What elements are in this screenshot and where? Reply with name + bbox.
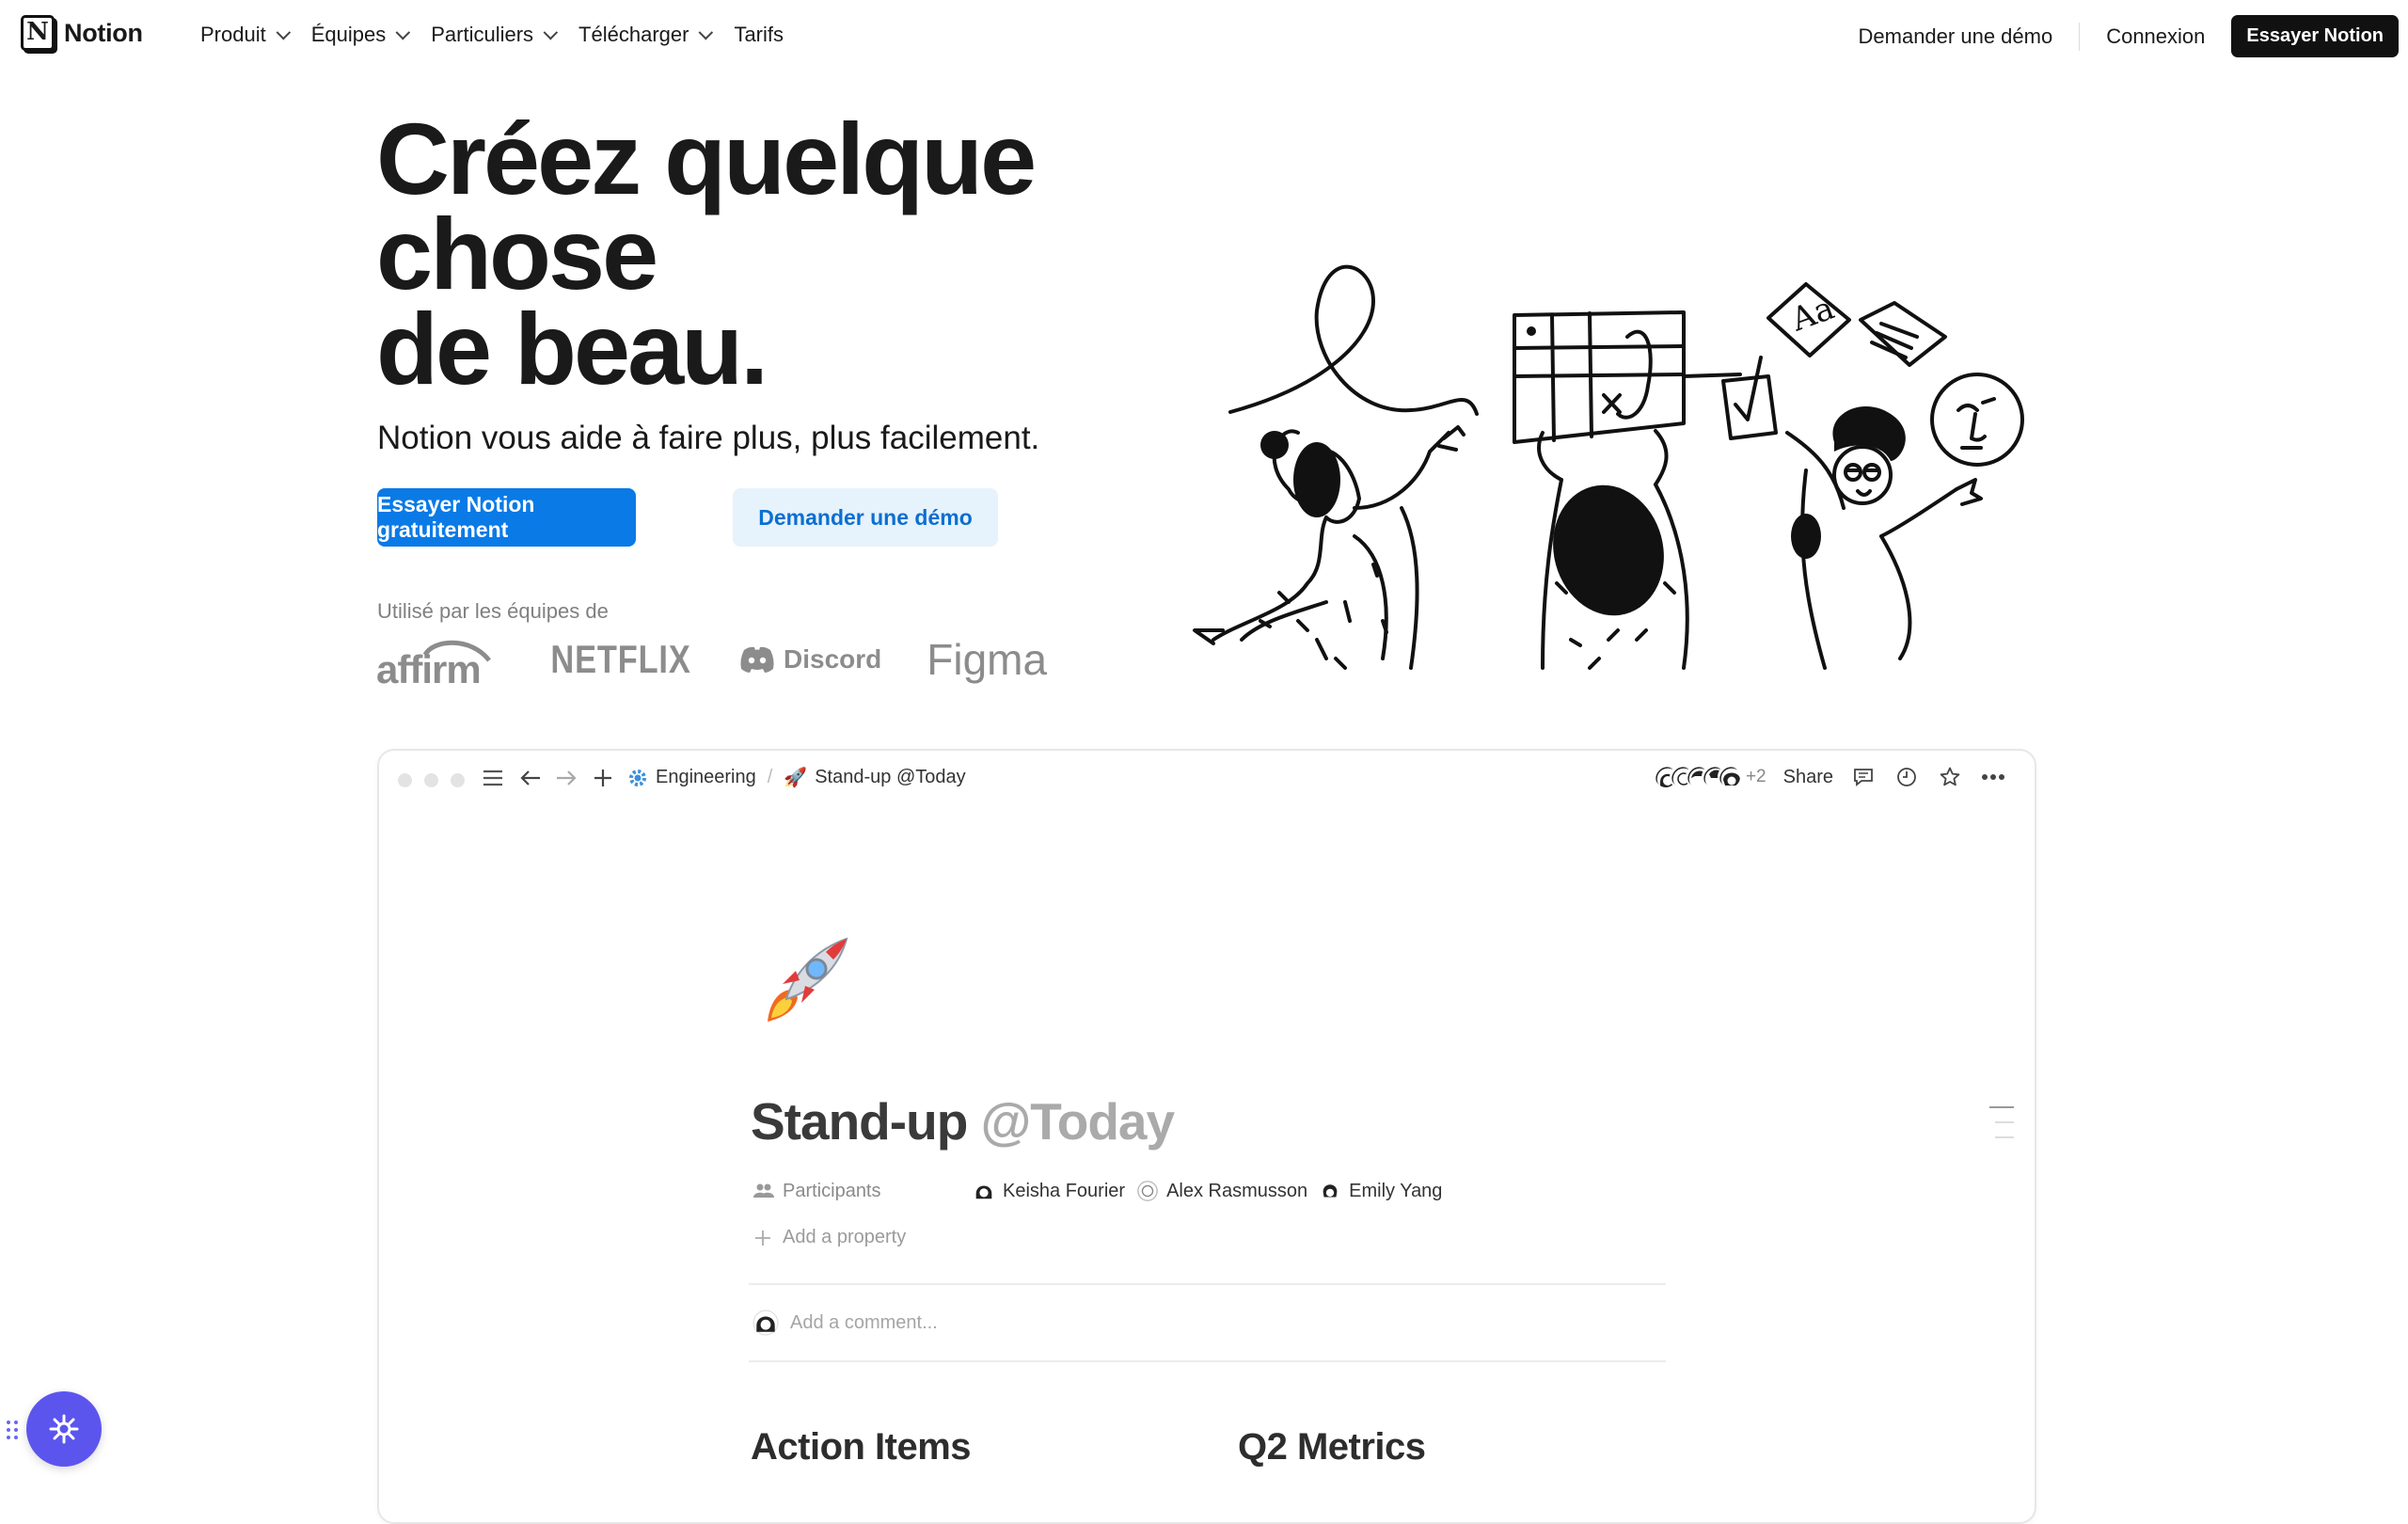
- participant-chip[interactable]: Keisha Fourier: [973, 1180, 1125, 1202]
- breadcrumb-engineering[interactable]: Engineering: [656, 767, 756, 788]
- nav-item-equipes[interactable]: Équipes: [310, 23, 411, 47]
- breadcrumb-standup[interactable]: Stand-up @Today: [815, 767, 965, 788]
- back-arrow-icon[interactable]: [516, 764, 545, 792]
- add-property-label: Add a property: [783, 1227, 907, 1247]
- try-free-button[interactable]: Essayer Notion gratuitement: [377, 488, 636, 547]
- divider: [749, 1360, 1666, 1362]
- breadcrumb-separator: /: [767, 767, 773, 787]
- date-mention[interactable]: @Today: [981, 1092, 1176, 1151]
- section-heading-action-items[interactable]: Action Items: [751, 1426, 972, 1468]
- breadcrumb: Engineering / 🚀 Stand-up @Today: [627, 766, 966, 789]
- section-heading-q2-metrics[interactable]: Q2 Metrics: [1238, 1426, 1426, 1468]
- nav-item-label: Produit: [200, 23, 266, 46]
- avatar: [752, 1310, 779, 1336]
- property-label[interactable]: Participants: [752, 1181, 973, 1202]
- chevron-down-icon: [395, 24, 411, 40]
- nav-item-label: Télécharger: [578, 23, 689, 46]
- participant-chip[interactable]: Alex Rasmusson: [1136, 1180, 1307, 1202]
- affirm-logo: affirm: [376, 632, 493, 687]
- affirm-logo-mark: affirm: [376, 640, 491, 687]
- avatar: [973, 1180, 995, 1202]
- figma-logo: Figma: [927, 635, 1048, 684]
- add-property-button[interactable]: Add a property: [754, 1227, 906, 1248]
- page-title[interactable]: Stand-up @Today: [751, 1091, 1176, 1151]
- more-collaborators-count: +2: [1745, 767, 1766, 786]
- window-toolbar: Engineering / 🚀 Stand-up @Today +2 Share: [379, 751, 2035, 807]
- login-link[interactable]: Connexion: [2106, 24, 2205, 49]
- divider: [749, 1283, 1666, 1285]
- nav-item-tarifs[interactable]: Tarifs: [734, 23, 784, 47]
- drag-handle-icon[interactable]: [6, 1419, 19, 1441]
- participant-name: Emily Yang: [1349, 1180, 1443, 1201]
- netflix-logo: NETFLIX: [550, 637, 691, 681]
- avatar: [1137, 1181, 1158, 1201]
- nav-item-label: Particuliers: [431, 23, 534, 46]
- request-demo-link[interactable]: Demander une démo: [1859, 24, 2053, 49]
- try-notion-button[interactable]: Essayer Notion: [2231, 15, 2399, 57]
- clock-icon[interactable]: [1893, 764, 1920, 790]
- notion-logo-link[interactable]: N Notion: [21, 15, 143, 51]
- window-minimize-dot[interactable]: [424, 773, 438, 787]
- property-label-text: Participants: [783, 1180, 881, 1201]
- hero-title: Créez quelque chose de beau.: [376, 108, 1037, 400]
- rocket-icon: 🚀: [784, 768, 808, 788]
- new-page-plus-icon[interactable]: [589, 764, 617, 792]
- notion-app-window: Engineering / 🚀 Stand-up @Today +2 Share: [377, 749, 2036, 1524]
- chevron-down-icon: [276, 24, 291, 40]
- toolbar-actions: +2 Share: [1653, 764, 2006, 790]
- request-demo-button[interactable]: Demander une démo: [733, 488, 998, 547]
- nav-item-label: Équipes: [310, 23, 387, 46]
- window-close-dot[interactable]: [398, 773, 412, 787]
- nav-item-produit[interactable]: Produit: [200, 23, 291, 47]
- avatar: [1717, 765, 1742, 789]
- top-navigation: N Notion Produit Équipes Particuliers Té…: [0, 0, 2408, 70]
- brand-name: Notion: [64, 18, 143, 47]
- customer-logos: affirm NETFLIX Discord Figma: [376, 632, 1047, 687]
- participant-name: Alex Rasmusson: [1166, 1180, 1308, 1201]
- nav-item-telecharger[interactable]: Télécharger: [578, 23, 714, 47]
- forward-arrow-icon[interactable]: [552, 764, 580, 792]
- nav-divider: [2079, 22, 2081, 51]
- people-icon: [753, 1183, 774, 1198]
- svg-text:affirm: affirm: [376, 647, 481, 687]
- window-zoom-dot[interactable]: [451, 773, 465, 787]
- nav-item-particuliers[interactable]: Particuliers: [431, 23, 559, 47]
- avatar: [1320, 1180, 1341, 1202]
- star-icon[interactable]: [1937, 764, 1963, 790]
- discord-wordmark: Discord: [784, 644, 882, 674]
- hero-subtitle: Notion vous aide à faire plus, plus faci…: [377, 420, 1040, 456]
- participant-name: Keisha Fourier: [1003, 1180, 1126, 1201]
- page-title-text: Stand-up: [751, 1092, 968, 1151]
- discord-logo: Discord: [738, 644, 881, 675]
- discord-icon: [740, 646, 774, 673]
- comment-icon[interactable]: [1850, 764, 1877, 790]
- nav-item-label: Tarifs: [734, 23, 784, 46]
- plus-icon: [755, 1230, 770, 1246]
- notion-logo-icon: N: [21, 15, 55, 51]
- used-by-label: Utilisé par les équipes de: [377, 599, 609, 623]
- more-options-icon[interactable]: [1980, 764, 2006, 790]
- sidebar-menu-icon[interactable]: [479, 764, 507, 792]
- hero-title-line-3: de beau.: [376, 292, 768, 405]
- sparkle-icon: [49, 1414, 79, 1444]
- comment-input[interactable]: Add a comment...: [752, 1310, 938, 1336]
- table-of-contents-icon[interactable]: [1989, 1106, 2014, 1151]
- chevron-down-icon: [543, 24, 559, 40]
- collaborator-avatars[interactable]: +2: [1653, 765, 1766, 789]
- nav-actions: Demander une démo Connexion Essayer Noti…: [1859, 15, 2399, 57]
- main-menu: Produit Équipes Particuliers Télécharger…: [200, 23, 809, 47]
- comment-placeholder: Add a comment...: [790, 1311, 938, 1333]
- hero-illustration: Aa: [1193, 264, 2024, 670]
- gear-icon: [629, 769, 646, 786]
- assistant-widget-button[interactable]: [26, 1391, 102, 1467]
- participant-chip[interactable]: Emily Yang: [1319, 1180, 1442, 1202]
- rocket-icon[interactable]: [749, 931, 854, 1037]
- participants-property: Participants Keisha Fourier Alex Rasmuss…: [752, 1180, 1453, 1202]
- chevron-down-icon: [698, 24, 714, 40]
- share-button[interactable]: Share: [1783, 767, 1833, 788]
